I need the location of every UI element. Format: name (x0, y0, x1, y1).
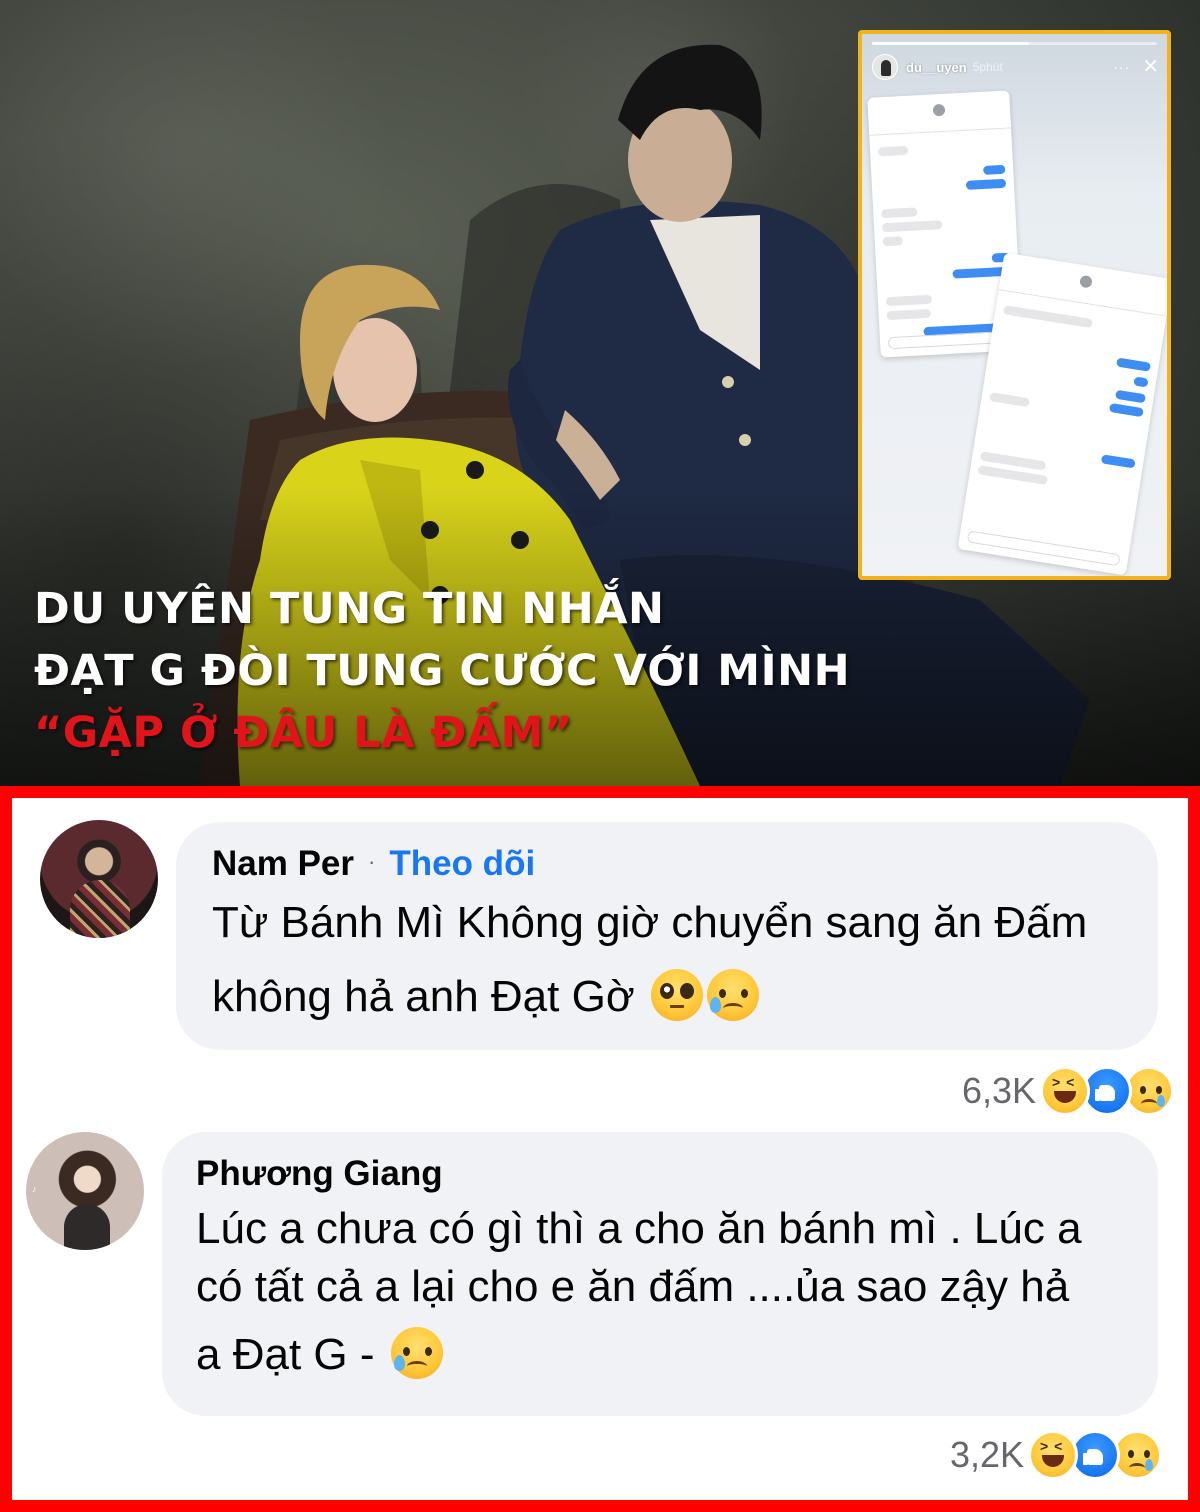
story-time: 5phút (972, 60, 1003, 74)
instagram-story-screenshot: du__uyen 5phút ··· ✕ (858, 30, 1171, 580)
story-username: du__uyen (906, 59, 967, 75)
crying-face-emoji (390, 1327, 443, 1380)
tiktok-icon: ♪ (32, 1184, 37, 1194)
story-progress-bar (872, 42, 1157, 45)
close-icon: ✕ (1142, 56, 1159, 78)
reaction-summary[interactable]: 3,2K (950, 1430, 1162, 1480)
comment-author[interactable]: Phương Giang (196, 1154, 443, 1194)
story-header: du__uyen 5phút ··· ✕ (872, 52, 1159, 82)
comments-panel: Nam Per · Theo dõi Từ Bánh Mì Không giờ … (0, 786, 1200, 1512)
reaction-count: 3,2K (949, 1434, 1024, 1475)
headline-line-3-quote: “GẶP Ở ĐÂU LÀ ĐẤM” (34, 708, 573, 758)
comment-text-line: Lúc a chưa có gì thì a cho ăn bánh mì . … (196, 1204, 1082, 1253)
headline-line-2: ĐẠT G ĐÒI TUNG CƯỚC VỚI MÌNH (34, 646, 851, 696)
more-icon: ··· (1113, 59, 1131, 75)
comment-bubble: Phương Giang Lúc a chưa có gì thì a cho … (162, 1132, 1158, 1416)
comment-item: ♪ Phương Giang Lúc a chưa có gì thì a ch… (12, 798, 1188, 1498)
comment-header: Phương Giang (196, 1154, 443, 1194)
avatar[interactable]: ♪ (26, 1132, 144, 1250)
haha-reaction-icon (1040, 1066, 1090, 1116)
article-headline: DU UYÊN TUNG TIN NHẮN ĐẠT G ĐÒI TUNG CƯỚ… (34, 578, 854, 764)
comment-text-line-with-emoji: a Đạt G - (196, 1327, 443, 1383)
comment-text-line: a Đạt G - (196, 1330, 375, 1379)
article-banner: du__uyen 5phút ··· ✕ DU UYÊN TUNG TIN NH… (0, 0, 1200, 786)
haha-reaction-icon (1028, 1430, 1078, 1480)
headline-line-1: DU UYÊN TUNG TIN NHẮN (34, 584, 665, 634)
comment-text-line: có tất cả a lại cho e ăn đấm ....ủa sao … (196, 1262, 1070, 1311)
story-avatar (872, 54, 898, 80)
